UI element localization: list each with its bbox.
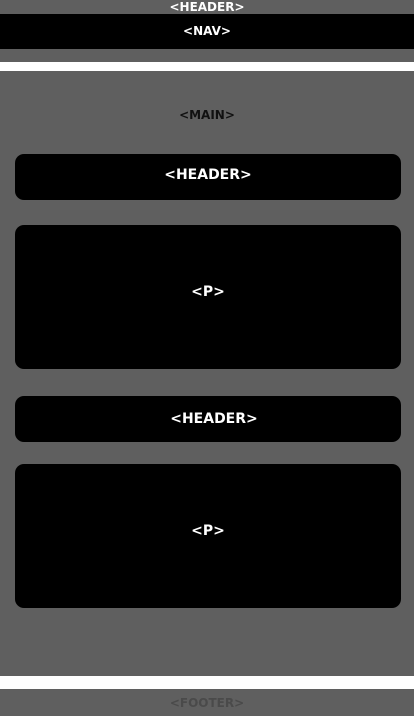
main-header-block-1: <HEADER> [15,154,401,200]
top-divider-strip [0,62,414,71]
paragraph-block-2: <P> [15,464,401,608]
main-header-block-2: <HEADER> [15,396,401,442]
footer-label: <FOOTER> [169,696,245,710]
paragraph-block-1-label: <P> [191,284,225,300]
page-header-label: <HEADER> [169,0,245,14]
bottom-divider-strip [0,676,414,689]
main-header-block-2-label: <HEADER> [170,411,258,427]
nav-label: <NAV> [183,24,231,38]
paragraph-block-1: <P> [15,225,401,369]
main-label: <MAIN> [179,108,235,122]
main-header-block-1-label: <HEADER> [164,167,252,183]
paragraph-block-2-label: <P> [191,523,225,539]
nav-bar: <NAV> [0,14,414,49]
